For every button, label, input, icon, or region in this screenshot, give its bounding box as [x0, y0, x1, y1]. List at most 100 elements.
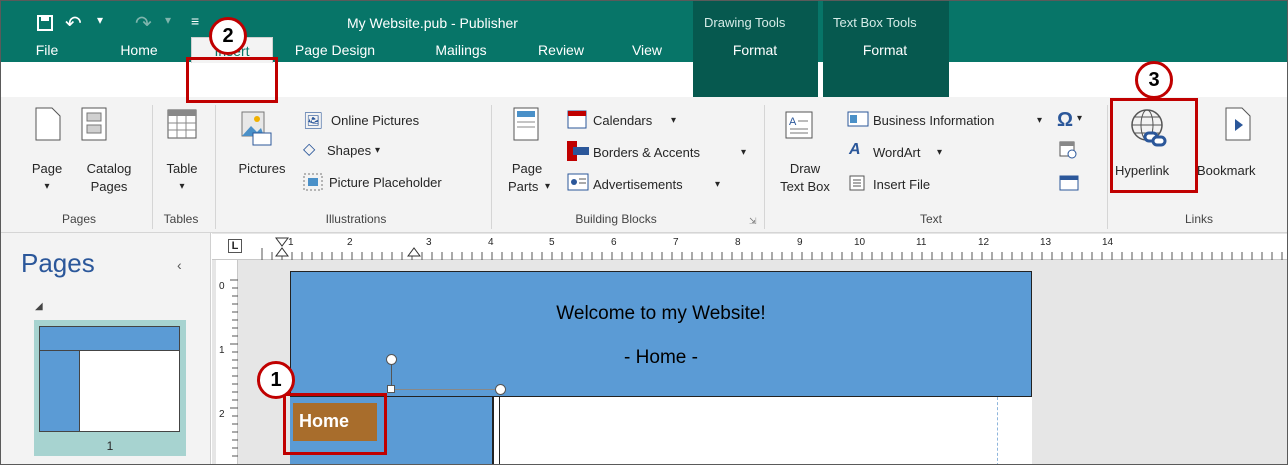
catalog-pages-label-2[interactable]: Pages — [73, 179, 145, 195]
shapes-label[interactable]: Shapes — [327, 143, 371, 159]
tab-stop-selector[interactable]: L — [228, 239, 242, 253]
svg-text:A: A — [789, 116, 797, 128]
business-information-label[interactable]: Business Information — [873, 113, 994, 129]
tab-format-drawing[interactable]: Format — [723, 37, 787, 63]
advertisements-dropdown-icon[interactable]: ▾ — [715, 177, 720, 193]
tab-format-textbox[interactable]: Format — [853, 37, 917, 63]
page-thumbnail-number: 1 — [106, 439, 114, 453]
separator — [491, 105, 492, 229]
thumbnail-page — [39, 326, 180, 432]
callout-3: 3 — [1135, 61, 1173, 99]
symbol-omega-icon[interactable]: Ω — [1057, 109, 1073, 132]
pictures-button-label[interactable]: Pictures — [229, 161, 295, 177]
object-icon[interactable] — [1059, 175, 1079, 194]
callout-box-insert-tab — [186, 57, 278, 103]
ruler-h-14: 14 — [1102, 237, 1114, 248]
page-parts-label-2[interactable]: Parts — [508, 179, 538, 195]
table-icon[interactable] — [167, 109, 197, 142]
online-pictures-icon[interactable]: 🖼 — [303, 111, 323, 131]
advertisements-icon[interactable] — [567, 173, 589, 194]
collapse-pane-icon[interactable]: ‹ — [177, 257, 182, 273]
business-information-icon[interactable] — [847, 111, 869, 130]
advertisements-label[interactable]: Advertisements — [593, 177, 683, 193]
pictures-icon[interactable] — [241, 109, 273, 150]
calendars-label[interactable]: Calendars — [593, 113, 652, 129]
tab-home[interactable]: Home — [111, 37, 167, 63]
callout-box-hyperlink — [1110, 98, 1198, 193]
tab-file[interactable]: File — [27, 37, 67, 63]
margin-guide — [997, 397, 998, 464]
callout-2: 2 — [209, 17, 247, 55]
home-subheading[interactable]: - Home - — [290, 347, 1032, 369]
undo-icon[interactable]: ↶ — [65, 11, 82, 36]
ruler-h-1: 1 — [288, 237, 294, 248]
illustrations-group-label: Illustrations — [325, 212, 387, 226]
draw-text-box-label-2[interactable]: Text Box — [775, 179, 835, 195]
callout-1: 1 — [257, 361, 295, 399]
page-parts-label-1[interactable]: Page — [505, 161, 549, 177]
redo-dropdown-icon: ▾ — [165, 13, 172, 27]
online-pictures-label[interactable]: Online Pictures — [331, 113, 419, 129]
borders-accents-dropdown-icon[interactable]: ▾ — [741, 145, 746, 161]
catalog-pages-label-1[interactable]: Catalog — [73, 161, 145, 177]
header-text-box[interactable] — [290, 271, 1032, 397]
ruler-h-2: 2 — [347, 237, 353, 248]
picture-placeholder-icon[interactable] — [303, 173, 323, 194]
draw-text-box-label-1[interactable]: Draw — [775, 161, 835, 177]
page-dropdown-icon[interactable]: ▾ — [25, 179, 69, 195]
redo-icon: ↷ — [135, 13, 152, 35]
wordart-dropdown-icon[interactable]: ▾ — [937, 145, 942, 161]
tab-view[interactable]: View — [623, 37, 671, 63]
borders-accents-icon[interactable] — [567, 141, 589, 164]
column-border — [499, 397, 500, 464]
draw-text-box-icon[interactable]: A — [785, 111, 813, 142]
resize-handle[interactable] — [495, 384, 506, 395]
page-icon[interactable] — [35, 107, 61, 144]
tab-page-design[interactable]: Page Design — [289, 37, 381, 63]
section-expand-icon[interactable]: ◢ — [35, 299, 43, 315]
rotation-handle[interactable] — [386, 354, 397, 365]
bookmark-button-label[interactable]: Bookmark — [1197, 163, 1256, 179]
insert-file-icon[interactable] — [849, 175, 865, 194]
separator — [215, 105, 216, 229]
welcome-heading[interactable]: Welcome to my Website! — [290, 303, 1032, 325]
page-button-label[interactable]: Page — [25, 161, 69, 177]
ruler-v-1: 1 — [219, 345, 225, 356]
page-parts-dropdown-icon[interactable]: ▾ — [545, 179, 550, 195]
building-blocks-group-label: Building Blocks — [575, 212, 657, 226]
bookmark-icon[interactable] — [1225, 107, 1251, 144]
shapes-icon[interactable]: ◇ — [303, 139, 315, 159]
resize-handle[interactable] — [387, 385, 395, 393]
symbol-dropdown-icon[interactable]: ▾ — [1077, 113, 1082, 124]
wordart-icon[interactable]: A — [849, 141, 861, 159]
ruler-h-10: 10 — [854, 237, 866, 248]
links-group-label: Links — [1184, 212, 1213, 226]
page-parts-icon[interactable] — [513, 107, 539, 144]
horizontal-ruler[interactable] — [212, 234, 1287, 260]
separator — [764, 105, 765, 229]
calendars-icon[interactable] — [567, 109, 587, 132]
insert-file-label[interactable]: Insert File — [873, 177, 930, 193]
table-button-label[interactable]: Table — [157, 161, 207, 177]
separator — [1107, 105, 1108, 229]
dialog-launcher-icon[interactable]: ⇲ — [749, 213, 757, 229]
text-group-label: Text — [919, 212, 942, 226]
calendars-dropdown-icon[interactable]: ▾ — [671, 113, 676, 129]
tab-review[interactable]: Review — [531, 37, 591, 63]
save-icon[interactable] — [37, 15, 53, 36]
catalog-pages-icon[interactable] — [81, 107, 107, 144]
table-dropdown-icon[interactable]: ▾ — [157, 179, 207, 195]
borders-accents-label[interactable]: Borders & Accents — [593, 145, 700, 161]
pages-pane-title: Pages — [21, 248, 95, 278]
date-time-icon[interactable] — [1059, 141, 1077, 162]
customize-qat-icon[interactable]: ≡ — [191, 13, 199, 29]
wordart-label[interactable]: WordArt — [873, 145, 920, 161]
text-box-tools-label: Text Box Tools — [833, 15, 917, 30]
ruler-h-7: 7 — [673, 237, 679, 248]
shapes-dropdown-icon[interactable]: ▾ — [375, 143, 380, 159]
undo-dropdown-icon[interactable]: ▾ — [97, 13, 103, 27]
business-information-dropdown-icon[interactable]: ▾ — [1037, 113, 1042, 129]
ruler-h-13: 13 — [1040, 237, 1052, 248]
picture-placeholder-label[interactable]: Picture Placeholder — [329, 175, 442, 191]
tab-mailings[interactable]: Mailings — [423, 37, 499, 63]
